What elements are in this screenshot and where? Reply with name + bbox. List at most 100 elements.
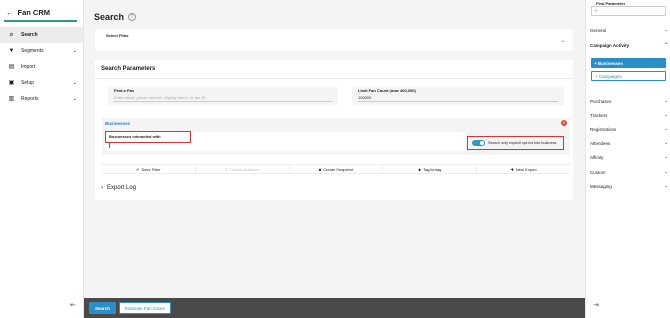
category-purchases[interactable]: Purchases ⌄ [590,98,668,104]
export-log-header[interactable]: › Export Log [101,185,136,191]
chevron-down-icon: ⌄ [560,38,565,44]
chevron-down-icon: ⌄ [664,140,668,145]
search-icon: ⌕ [595,8,598,14]
action-label: Tag/Untag [423,166,442,172]
create-snapshot-button[interactable]: ◙ Create Snapshot [290,165,384,173]
export-log-label: Export Log [107,185,137,191]
category-campaign-activity[interactable]: Campaign Activity ⌃ [590,42,668,48]
app-title: Fan CRM [17,8,51,17]
arrow-left-icon[interactable]: ← [6,8,14,17]
main-content: Search ? Select Filter ⌄ Search Paramete… [84,0,585,318]
businesses-link[interactable]: Businesses [105,121,130,126]
category-label: Messaging [590,183,612,189]
find-parameter-input[interactable]: ⌕ [591,6,666,16]
funnel-icon: ▼ [8,47,15,54]
limit-fan-count-input[interactable] [358,94,558,102]
expand-panel-icon[interactable]: ⇥ [593,301,599,309]
save-filter-button[interactable]: ✔ Save Filter [102,165,196,173]
sidebar-item-setup[interactable]: ▣ Setup ⌄ [0,75,83,91]
category-general[interactable]: General ⌄ [590,27,668,33]
limit-fan-count-panel: Limit Fan Count (max 400,000) [352,87,564,105]
chevron-down-icon: ⌄ [664,169,668,174]
left-sidebar: ← Fan CRM ⌕ Search ▼ Segments ⌄ ▤ Import ▣ Setup… [0,0,84,318]
page-title-text: Search [94,12,125,22]
action-label: Create Snapshot [323,166,354,172]
category-affinity[interactable]: Affinity ⌄ [590,154,668,160]
chevron-down-icon: ⌄ [664,154,668,159]
chevron-down-icon: ⌄ [72,48,77,54]
text-cursor [109,143,110,148]
optin-toggle-label: Search only explicit opt-ins into busine… [488,141,557,145]
category-label: Registrations [590,126,617,132]
sidebar-item-label: Segments [21,48,44,54]
sidebar-item-label: Reports [21,96,39,102]
category-messaging[interactable]: Messaging ⌄ [590,183,668,189]
sidebar-item-search[interactable]: ⌕ Search [0,27,83,43]
add-businesses-button[interactable]: + Businesses [591,58,666,68]
action-row: ✔ Save Filter ⇪ Create Audience ◙ Create Snap… [102,164,570,174]
category-label: Purchases [590,98,612,104]
search-parameters-card: Search Parameters Find a Fan Limit Fan C… [95,60,573,200]
category-label: Attendees [590,140,611,146]
sidebar-item-import[interactable]: ▤ Import [0,59,83,75]
sidebar-nav: ⌕ Search ▼ Segments ⌄ ▤ Import ▣ Setup ⌄ ▥ Reports ⌄ [0,27,83,107]
divider [95,78,573,79]
category-attendees[interactable]: Attendees ⌄ [590,140,668,146]
chevron-right-icon: › [101,185,103,191]
search-icon: ⌕ [9,31,14,38]
search-parameters-title: Search Parameters [101,66,156,72]
action-icon: ⬥ [418,166,422,172]
search-button[interactable]: Search [89,302,117,314]
action-icon: ◙ [318,166,322,172]
export-log-card[interactable]: › Export Log [95,181,573,197]
chevron-down-icon: ⌄ [664,126,668,131]
category-label: General [590,27,607,33]
action-icon: ✔ [136,166,140,172]
chevron-down-icon: ⌄ [72,80,77,86]
brand-underline [4,20,77,22]
setup-icon: ▣ [8,79,15,86]
optin-toggle-row: Search only explicit opt-ins into busine… [469,136,559,150]
bottom-bar: Search Estimate Fan Count [84,298,585,318]
category-custom[interactable]: Custom ⌄ [590,169,668,175]
chevron-down-icon: ⌄ [664,112,668,117]
help-icon[interactable]: ? [128,13,137,21]
sidebar-item-reports[interactable]: ▥ Reports ⌄ [0,91,83,107]
sidebar-item-segments[interactable]: ▼ Segments ⌄ [0,43,83,59]
optin-toggle[interactable] [472,140,485,146]
action-icon: ✚ [510,166,514,172]
new-export-button[interactable]: ✚ New Export [477,165,570,173]
app-brand: ← Fan CRM [0,0,83,20]
action-label: New Export [515,166,537,172]
chevron-down-icon: ⌄ [664,98,668,103]
category-label: Campaign Activity [590,42,630,48]
document-icon: ▤ [8,63,15,70]
category-registrations[interactable]: Registrations ⌄ [590,126,668,132]
category-label: Affinity [590,154,604,160]
chevron-down-icon: ⌄ [664,183,668,188]
parameter-panel: Find Parameter ⌕ General ⌄ Campaign Acti… [585,0,670,318]
select-filter-dropdown[interactable]: Select Filter ⌄ [95,29,573,51]
category-label: Custom [590,169,606,175]
find-fan-label: Find a Fan [114,88,134,93]
sidebar-item-label: Search [21,32,38,38]
remove-filter-icon[interactable]: ✕ [561,120,567,126]
chevron-down-icon: ⌄ [664,27,668,32]
sidebar-item-label: Setup [21,80,35,86]
add-campaigns-button[interactable]: + Campaigns [591,71,666,81]
category-trackers[interactable]: Trackers ⌄ [590,112,668,118]
find-fan-input[interactable] [114,94,332,102]
create-audience-button[interactable]: ⇪ Create Audience [196,165,290,173]
action-icon: ⇪ [224,166,229,172]
chevron-up-icon: ⌃ [664,42,668,47]
page-title: Search ? [94,12,137,22]
tag-untag-button[interactable]: ⬥ Tag/Untag [383,165,478,173]
sidebar-item-label: Import [21,64,36,70]
action-label: Create Audience [230,166,260,172]
estimate-fan-count-button[interactable]: Estimate Fan Count [119,302,171,314]
limit-fan-count-label: Limit Fan Count (max 400,000) [358,88,416,93]
bar-chart-icon: ▥ [8,95,15,102]
action-label: Save Filter [141,166,161,172]
select-filter-label: Select Filter [106,33,129,38]
collapse-sidebar-icon[interactable]: ⇤ [70,301,76,309]
